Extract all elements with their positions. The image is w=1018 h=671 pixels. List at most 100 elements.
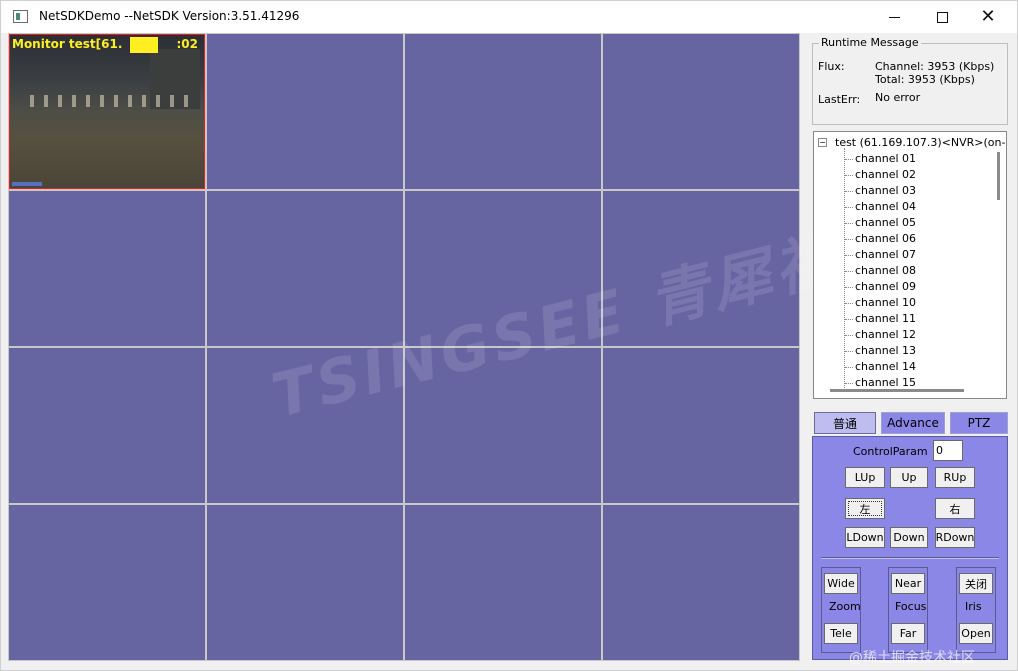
device-tree[interactable]: − test (61.169.107.3)<NVR>(on-lin channe…: [813, 131, 1007, 399]
title-bar[interactable]: NetSDKDemo --NetSDK Version:3.51.41296 ✕: [1, 1, 1017, 33]
tree-connector-tick: [845, 239, 853, 240]
tree-connector-tick: [845, 335, 853, 336]
iris-close-button[interactable]: 关闭: [959, 573, 993, 594]
video-cell[interactable]: [207, 34, 403, 189]
tree-connector-tick: [845, 367, 853, 368]
video-cell-active[interactable]: Monitor test[61. :02: [9, 34, 205, 189]
control-param-input[interactable]: 0: [933, 440, 963, 461]
tree-connector-tick: [845, 175, 853, 176]
video-grid: Monitor test[61. :02: [8, 33, 800, 661]
tree-item-channel[interactable]: channel 07: [855, 248, 916, 261]
tree-connector-tick: [845, 223, 853, 224]
right-button[interactable]: 右: [935, 498, 975, 519]
horizontal-scrollbar[interactable]: [830, 389, 964, 392]
up-button[interactable]: Up: [890, 467, 928, 488]
video-cell[interactable]: [405, 348, 601, 503]
video-cell[interactable]: [9, 191, 205, 346]
tree-item-channel[interactable]: channel 02: [855, 168, 916, 181]
tree-connector-tick: [845, 191, 853, 192]
camera-number: :02: [176, 37, 199, 51]
rup-button[interactable]: RUp: [935, 467, 975, 488]
video-cell[interactable]: [405, 191, 601, 346]
footer-watermark: @稀土掘金技术社区: [849, 650, 975, 666]
control-param-label: ControlParam: [853, 445, 928, 458]
video-cell[interactable]: [603, 191, 799, 346]
ptz-control-panel: ControlParam 0 LUp Up RUp 左 右 LDown Down…: [812, 436, 1008, 660]
camera-mask-block: [130, 37, 158, 53]
zoom-tele-button[interactable]: Tele: [824, 623, 858, 644]
rdown-button[interactable]: RDown: [935, 527, 975, 548]
focus-far-button[interactable]: Far: [891, 623, 925, 644]
tree-connector-tick: [845, 319, 853, 320]
close-icon: ✕: [980, 6, 996, 27]
collapse-icon[interactable]: −: [818, 138, 827, 147]
maximize-icon: [936, 11, 948, 23]
tree-item-channel[interactable]: channel 15: [855, 376, 916, 389]
video-cell[interactable]: [603, 34, 799, 189]
runtime-message-group: Runtime Message Flux: Channel: 3953 (Kbp…: [812, 36, 1008, 125]
video-cell[interactable]: [603, 348, 799, 503]
video-cell[interactable]: [405, 505, 601, 660]
iris-label: Iris: [965, 600, 982, 613]
tab-ptz[interactable]: PTZ: [950, 412, 1008, 434]
tree-item-channel[interactable]: channel 10: [855, 296, 916, 309]
tree-item-channel[interactable]: channel 08: [855, 264, 916, 277]
video-cell[interactable]: [603, 505, 799, 660]
minimize-icon: [888, 16, 900, 18]
app-window: NetSDKDemo --NetSDK Version:3.51.41296 ✕…: [0, 0, 1018, 671]
tree-root-label: test (61.169.107.3)<NVR>(on-lin: [835, 136, 1007, 149]
app-icon: [13, 10, 28, 23]
down-button[interactable]: Down: [890, 527, 928, 548]
video-cell[interactable]: [9, 348, 205, 503]
lup-button[interactable]: LUp: [845, 467, 885, 488]
tree-item-channel[interactable]: channel 12: [855, 328, 916, 341]
ldown-button[interactable]: LDown: [845, 527, 885, 548]
tree-item-channel[interactable]: channel 11: [855, 312, 916, 325]
tree-item-channel[interactable]: channel 04: [855, 200, 916, 213]
left-button[interactable]: 左: [845, 498, 885, 519]
lasterr-value: No error: [875, 91, 921, 104]
tree-item-channel[interactable]: channel 06: [855, 232, 916, 245]
minimize-button[interactable]: [871, 1, 917, 33]
tab-normal[interactable]: 普通: [814, 412, 876, 434]
video-cell[interactable]: [9, 505, 205, 660]
video-cell[interactable]: [207, 505, 403, 660]
flux-label: Flux:: [818, 60, 845, 73]
tree-connector-tick: [845, 255, 853, 256]
tree-connector-tick: [845, 303, 853, 304]
tree-connector-tick: [845, 207, 853, 208]
tree-item-channel[interactable]: channel 03: [855, 184, 916, 197]
close-button[interactable]: ✕: [965, 1, 1011, 33]
tree-root-node[interactable]: − test (61.169.107.3)<NVR>(on-lin: [818, 136, 1007, 149]
tree-connector: [844, 148, 845, 388]
zoom-wide-button[interactable]: Wide: [824, 573, 858, 594]
tree-connector-tick: [845, 271, 853, 272]
tab-advance[interactable]: Advance: [881, 412, 945, 434]
focus-near-button[interactable]: Near: [891, 573, 925, 594]
video-cell[interactable]: [405, 34, 601, 189]
tree-item-channel[interactable]: channel 09: [855, 280, 916, 293]
maximize-button[interactable]: [919, 1, 965, 33]
window-title: NetSDKDemo --NetSDK Version:3.51.41296: [39, 9, 300, 23]
video-cell[interactable]: [207, 191, 403, 346]
tree-item-channel[interactable]: channel 01: [855, 152, 916, 165]
camera-title: Monitor test[61.: [12, 37, 123, 51]
flux-channel-value: Channel: 3953 (Kbps): [875, 60, 995, 73]
camera-lights: [30, 95, 190, 107]
tree-item-channel[interactable]: channel 05: [855, 216, 916, 229]
iris-open-button[interactable]: Open: [959, 623, 993, 644]
lasterr-label: LastErr:: [818, 93, 861, 106]
camera-status-bar: [12, 182, 42, 186]
runtime-message-legend: Runtime Message: [819, 36, 921, 49]
tree-item-channel[interactable]: channel 13: [855, 344, 916, 357]
tree-connector-tick: [845, 159, 853, 160]
video-cell[interactable]: [207, 348, 403, 503]
tree-connector-tick: [845, 287, 853, 288]
focus-label: Focus: [895, 600, 927, 613]
vertical-scrollbar[interactable]: [997, 152, 1000, 200]
flux-total-value: Total: 3953 (Kbps): [875, 73, 975, 86]
tree-connector-tick: [845, 351, 853, 352]
tree-connector-tick: [845, 383, 853, 384]
tree-item-channel[interactable]: channel 14: [855, 360, 916, 373]
zoom-label: Zoom: [829, 600, 861, 613]
